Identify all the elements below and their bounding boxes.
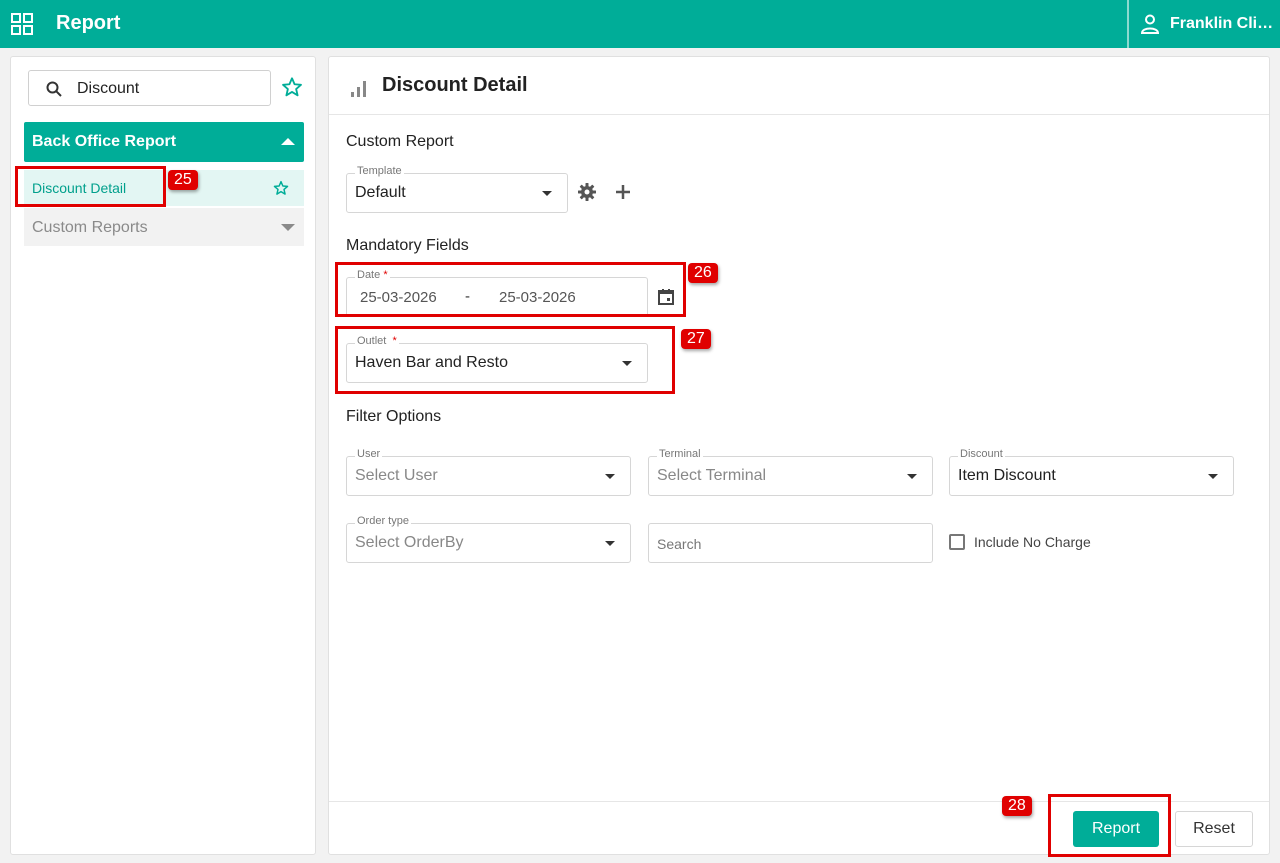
- terminal-placeholder: Select Terminal: [657, 467, 767, 484]
- page-title: Report: [56, 12, 121, 34]
- annotation-tag-25: 25: [168, 170, 198, 190]
- sidebar-item-custom-reports[interactable]: Custom Reports: [24, 208, 304, 246]
- template-label: Template: [355, 165, 404, 177]
- annotation-box-25: [15, 166, 166, 207]
- chevron-down-icon: [605, 474, 615, 479]
- reset-button[interactable]: Reset: [1175, 811, 1253, 847]
- filter-search-input[interactable]: [657, 534, 917, 554]
- discount-value: Item Discount: [958, 467, 1056, 484]
- order-type-placeholder: Select OrderBy: [355, 534, 464, 551]
- user-placeholder: Select User: [355, 467, 438, 484]
- template-select[interactable]: Template Default: [346, 165, 568, 213]
- section-title: Back Office Report: [32, 133, 177, 150]
- annotation-box-27: [335, 326, 675, 394]
- terminal-select[interactable]: Terminal Select Terminal: [648, 448, 933, 496]
- filter-options-heading: Filter Options: [346, 408, 442, 425]
- annotation-tag-26: 26: [688, 263, 718, 283]
- gear-icon[interactable]: [577, 182, 597, 202]
- user-icon[interactable]: [1141, 14, 1159, 34]
- star-icon[interactable]: [273, 180, 289, 196]
- sidebar-item-label: Custom Reports: [32, 219, 148, 236]
- annotation-tag-28: 28: [1002, 796, 1032, 816]
- discount-label: Discount: [958, 448, 1005, 460]
- include-no-charge-label: Include No Charge: [974, 534, 1091, 550]
- include-no-charge-checkbox[interactable]: [949, 534, 965, 550]
- topbar-divider: [1127, 0, 1129, 48]
- order-type-select[interactable]: Order type Select OrderBy: [346, 515, 631, 563]
- add-template-icon[interactable]: [614, 183, 632, 201]
- user-label: User: [355, 448, 383, 460]
- terminal-label: Terminal: [657, 448, 703, 460]
- user-name[interactable]: Franklin Clin...: [1170, 15, 1274, 33]
- expand-caret-icon: [281, 224, 295, 231]
- collapse-caret-icon: [281, 138, 295, 145]
- mandatory-fields-heading: Mandatory Fields: [346, 237, 469, 254]
- filter-search-box[interactable]: [648, 523, 933, 563]
- report-title: Discount Detail: [382, 74, 528, 96]
- favorites-star-icon[interactable]: [281, 76, 303, 98]
- order-type-label: Order type: [355, 515, 411, 527]
- annotation-box-26: [335, 262, 686, 317]
- back-office-report-section[interactable]: Back Office Report: [24, 122, 304, 162]
- search-input[interactable]: [77, 78, 262, 100]
- user-select[interactable]: User Select User: [346, 448, 631, 496]
- annotation-box-28: [1048, 794, 1171, 857]
- chevron-down-icon: [605, 541, 615, 546]
- main-panel: Discount Detail Custom Report Template D…: [328, 56, 1270, 855]
- template-value: Default: [355, 184, 406, 201]
- annotation-tag-27: 27: [681, 329, 711, 349]
- chevron-down-icon: [1208, 474, 1218, 479]
- discount-select[interactable]: Discount Item Discount: [949, 448, 1234, 496]
- custom-report-heading: Custom Report: [346, 133, 454, 150]
- chevron-down-icon: [907, 474, 917, 479]
- bar-chart-icon: [351, 81, 366, 97]
- top-bar: Report Franklin Clin...: [0, 0, 1280, 48]
- search-icon: [46, 81, 62, 97]
- report-search-box[interactable]: [28, 70, 271, 106]
- main-header: Discount Detail: [329, 57, 1269, 115]
- apps-grid-icon[interactable]: [11, 13, 33, 35]
- chevron-down-icon: [542, 191, 552, 196]
